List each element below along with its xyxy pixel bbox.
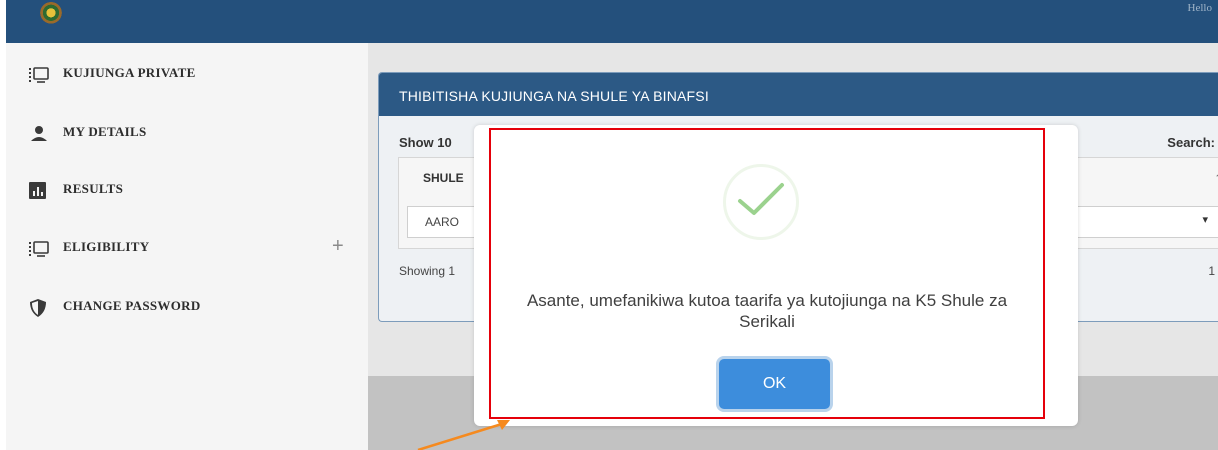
annotation-arrow: [417, 420, 510, 450]
